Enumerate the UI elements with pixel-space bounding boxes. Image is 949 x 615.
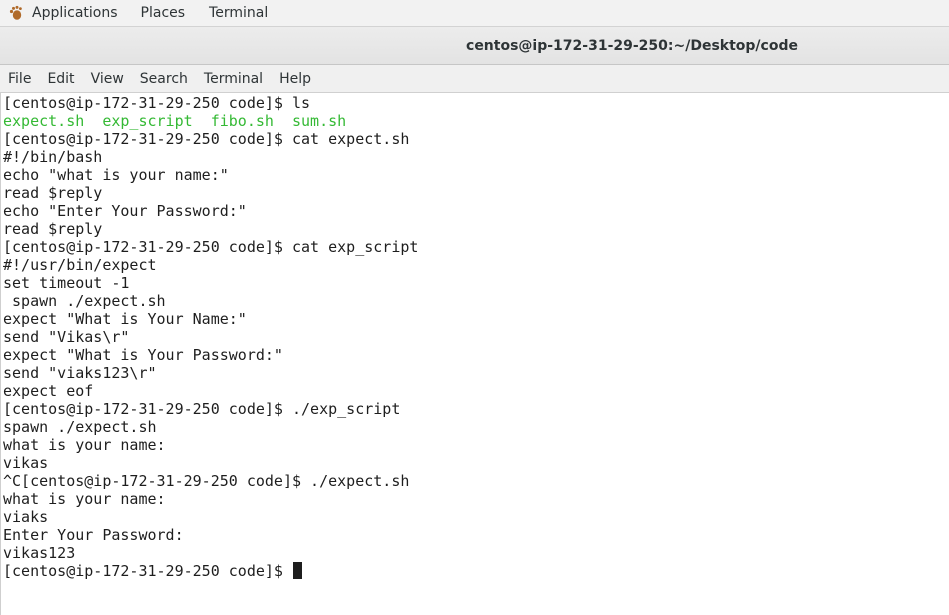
menu-help[interactable]: Help <box>279 71 311 87</box>
terminal-line: #!/usr/bin/expect <box>3 256 157 274</box>
terminal-line: echo "Enter Your Password:" <box>3 202 247 220</box>
ls-file: sum.sh <box>292 112 347 130</box>
terminal-line: send "viaks123\r" <box>3 364 157 382</box>
top-panel: Applications Places Terminal <box>0 0 949 27</box>
ls-file: exp_script <box>102 112 193 130</box>
applications-label: Applications <box>32 5 118 21</box>
ls-output-line: expect.sh exp_script fibo.sh sum.sh <box>3 112 949 130</box>
ls-file: fibo.sh <box>210 112 274 130</box>
text-cursor <box>292 562 302 579</box>
terminal-line: [centos@ip-172-31-29-250 code]$ cat expe… <box>3 130 410 148</box>
terminal-line: spawn ./expect.sh <box>3 292 166 310</box>
prompt-line: [centos@ip-172-31-29-250 code]$ <box>3 562 949 580</box>
terminal-app-label: Terminal <box>209 5 269 21</box>
gnome-foot-icon <box>8 5 24 21</box>
menu-bar: File Edit View Search Terminal Help <box>0 65 949 93</box>
places-menu[interactable]: Places <box>141 0 186 27</box>
terminal-line: vikas <box>3 454 49 472</box>
terminal-line: expect "What is Your Name:" <box>3 310 247 328</box>
menu-file[interactable]: File <box>8 71 31 87</box>
terminal-line: ^C[centos@ip-172-31-29-250 code]$ ./expe… <box>3 472 410 490</box>
terminal-line: set timeout -1 <box>3 274 130 292</box>
terminal-line: send "Vikas\r" <box>3 328 130 346</box>
terminal-line: expect eof <box>3 382 94 400</box>
menu-edit[interactable]: Edit <box>47 71 74 87</box>
places-label: Places <box>140 5 186 21</box>
terminal-line: viaks <box>3 508 49 526</box>
menu-view[interactable]: View <box>91 71 124 87</box>
shell-prompt: [centos@ip-172-31-29-250 code]$ <box>3 562 292 580</box>
terminal-line: Enter Your Password: <box>3 526 184 544</box>
terminal-line: what is your name: <box>3 490 166 508</box>
terminal-line: expect "What is Your Password:" <box>3 346 283 364</box>
terminal-output[interactable]: [centos@ip-172-31-29-250 code]$ ls expec… <box>0 93 949 615</box>
menu-terminal[interactable]: Terminal <box>204 71 263 87</box>
terminal-line: vikas123 <box>3 544 76 562</box>
ls-file: expect.sh <box>3 112 85 130</box>
window-title-bar[interactable]: centos@ip-172-31-29-250:~/Desktop/code <box>0 27 949 65</box>
menu-search[interactable]: Search <box>140 71 188 87</box>
terminal-line: [centos@ip-172-31-29-250 code]$ cat exp_… <box>3 238 419 256</box>
terminal-line: read $reply <box>3 220 103 238</box>
terminal-app-menu[interactable]: Terminal <box>209 0 268 27</box>
terminal-line: read $reply <box>3 184 103 202</box>
terminal-line: what is your name: <box>3 436 166 454</box>
terminal-line: #!/bin/bash <box>3 148 103 166</box>
terminal-line: echo "what is your name:" <box>3 166 229 184</box>
terminal-line: [centos@ip-172-31-29-250 code]$ ls <box>3 94 311 112</box>
window-title: centos@ip-172-31-29-250:~/Desktop/code <box>466 37 798 54</box>
terminal-line: [centos@ip-172-31-29-250 code]$ ./exp_sc… <box>3 400 401 418</box>
terminal-line: spawn ./expect.sh <box>3 418 157 436</box>
applications-menu[interactable]: Applications <box>0 0 118 27</box>
